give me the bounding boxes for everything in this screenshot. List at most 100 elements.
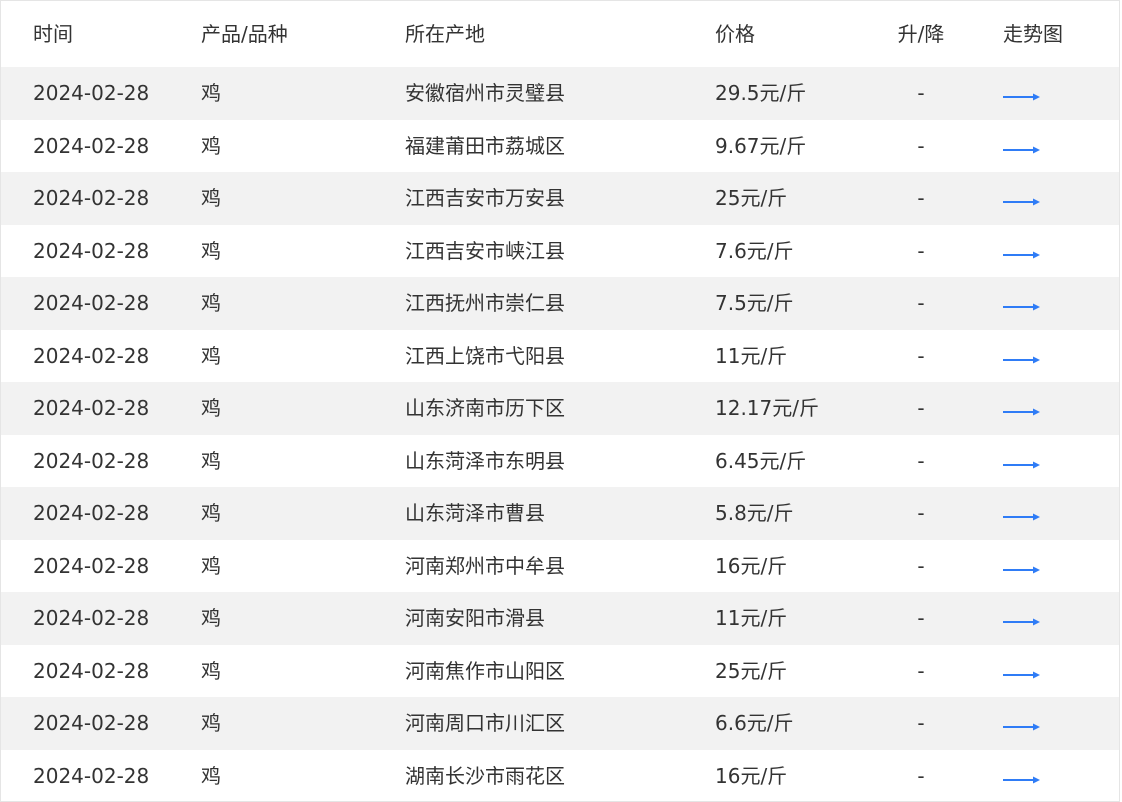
cell-product: 鸡 [201,396,221,421]
cell-change: - [917,291,925,316]
cell-product: 鸡 [201,133,221,158]
cell-product: 鸡 [201,501,221,526]
cell-price: 16元/斤 [715,553,788,578]
cell-time: 2024-02-28 [33,343,150,368]
trend-link[interactable] [1003,188,1041,208]
table-row: 2024-02-28 鸡 山东菏泽市东明县 6.45元/斤 - [1,435,1119,488]
cell-place: 江西吉安市万安县 [405,186,565,211]
cell-product: 鸡 [201,448,221,473]
trend-arrow-right-icon[interactable] [1003,460,1041,470]
trend-arrow-right-icon[interactable] [1003,565,1041,575]
cell-change: - [917,238,925,263]
trend-link[interactable] [1003,136,1041,156]
cell-change: - [917,553,925,578]
trend-link[interactable] [1003,713,1041,733]
trend-link[interactable] [1003,661,1041,681]
trend-link[interactable] [1003,241,1041,261]
cell-time: 2024-02-28 [33,238,150,263]
trend-arrow-right-icon[interactable] [1003,670,1041,680]
cell-time: 2024-02-28 [33,291,150,316]
cell-product: 鸡 [201,711,221,736]
header-time: 时间 [33,22,73,46]
trend-link[interactable] [1003,608,1041,628]
trend-arrow-right-icon[interactable] [1003,92,1041,102]
cell-price: 9.67元/斤 [715,133,807,158]
cell-price: 29.5元/斤 [715,81,807,106]
cell-product: 鸡 [201,763,221,788]
cell-place: 山东菏泽市东明县 [405,448,565,473]
cell-change: - [917,501,925,526]
cell-time: 2024-02-28 [33,501,150,526]
table-body: 2024-02-28 鸡 安徽宿州市灵璧县 29.5元/斤 - 2024-02-… [1,67,1119,802]
cell-place: 山东济南市历下区 [405,396,565,421]
table-row: 2024-02-28 鸡 山东菏泽市曹县 5.8元/斤 - [1,487,1119,540]
cell-price: 25元/斤 [715,186,788,211]
cell-price: 11元/斤 [715,606,788,631]
header-change: 升/降 [897,22,945,46]
cell-price: 6.6元/斤 [715,711,794,736]
cell-product: 鸡 [201,658,221,683]
trend-arrow-right-icon[interactable] [1003,617,1041,627]
cell-time: 2024-02-28 [33,186,150,211]
header-product: 产品/品种 [201,22,288,46]
trend-arrow-right-icon[interactable] [1003,722,1041,732]
trend-arrow-right-icon[interactable] [1003,512,1041,522]
cell-time: 2024-02-28 [33,763,150,788]
header-price: 价格 [715,22,755,46]
cell-price: 7.6元/斤 [715,238,794,263]
header-trend: 走势图 [1003,22,1063,46]
cell-place: 江西抚州市崇仁县 [405,291,565,316]
trend-link[interactable] [1003,766,1041,786]
table-row: 2024-02-28 鸡 江西上饶市弋阳县 11元/斤 - [1,330,1119,383]
trend-arrow-right-icon[interactable] [1003,145,1041,155]
cell-change: - [917,448,925,473]
cell-price: 25元/斤 [715,658,788,683]
cell-place: 安徽宿州市灵璧县 [405,81,565,106]
cell-change: - [917,711,925,736]
price-table: 时间 产品/品种 所在产地 价格 升/降 走势图 2024-02-28 鸡 安徽… [0,0,1120,802]
cell-price: 11元/斤 [715,343,788,368]
cell-time: 2024-02-28 [33,711,150,736]
trend-link[interactable] [1003,556,1041,576]
trend-link[interactable] [1003,398,1041,418]
cell-product: 鸡 [201,553,221,578]
table-row: 2024-02-28 鸡 河南焦作市山阳区 25元/斤 - [1,645,1119,698]
cell-time: 2024-02-28 [33,448,150,473]
table-header-row: 时间 产品/品种 所在产地 价格 升/降 走势图 [1,1,1119,67]
cell-product: 鸡 [201,81,221,106]
cell-price: 16元/斤 [715,763,788,788]
cell-place: 河南安阳市滑县 [405,606,545,631]
cell-time: 2024-02-28 [33,81,150,106]
trend-link[interactable] [1003,293,1041,313]
trend-arrow-right-icon[interactable] [1003,355,1041,365]
trend-link[interactable] [1003,83,1041,103]
cell-change: - [917,396,925,421]
cell-time: 2024-02-28 [33,606,150,631]
cell-place: 湖南长沙市雨花区 [405,763,565,788]
cell-price: 12.17元/斤 [715,396,819,421]
cell-time: 2024-02-28 [33,133,150,158]
trend-link[interactable] [1003,451,1041,471]
table-row: 2024-02-28 鸡 安徽宿州市灵璧县 29.5元/斤 - [1,67,1119,120]
trend-arrow-right-icon[interactable] [1003,197,1041,207]
table-row: 2024-02-28 鸡 河南安阳市滑县 11元/斤 - [1,592,1119,645]
cell-price: 5.8元/斤 [715,501,794,526]
trend-arrow-right-icon[interactable] [1003,302,1041,312]
trend-arrow-right-icon[interactable] [1003,775,1041,785]
cell-product: 鸡 [201,186,221,211]
table-row: 2024-02-28 鸡 河南郑州市中牟县 16元/斤 - [1,540,1119,593]
trend-arrow-right-icon[interactable] [1003,407,1041,417]
trend-link[interactable] [1003,503,1041,523]
cell-change: - [917,186,925,211]
cell-place: 山东菏泽市曹县 [405,501,545,526]
table-row: 2024-02-28 鸡 河南周口市川汇区 6.6元/斤 - [1,697,1119,750]
cell-change: - [917,343,925,368]
table-row: 2024-02-28 鸡 江西抚州市崇仁县 7.5元/斤 - [1,277,1119,330]
trend-link[interactable] [1003,346,1041,366]
cell-change: - [917,606,925,631]
cell-product: 鸡 [201,606,221,631]
table-row: 2024-02-28 鸡 江西吉安市万安县 25元/斤 - [1,172,1119,225]
cell-change: - [917,763,925,788]
cell-place: 福建莆田市荔城区 [405,133,565,158]
trend-arrow-right-icon[interactable] [1003,250,1041,260]
